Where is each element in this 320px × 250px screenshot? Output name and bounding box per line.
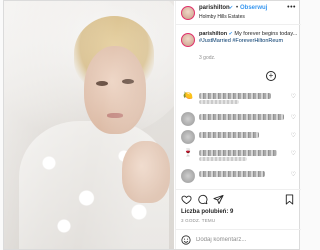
comment-avatar-emoji[interactable]: 🍷 (183, 148, 193, 157)
comment-row: ♡ (176, 129, 301, 144)
bookmark-icon[interactable] (284, 194, 295, 205)
comment-text-blurred (199, 171, 265, 177)
more-options-icon[interactable]: ••• (287, 4, 296, 11)
header-separator: • (236, 5, 239, 11)
comment-like-icon[interactable]: ♡ (291, 132, 296, 139)
comment-like-icon[interactable]: ♡ (291, 114, 296, 121)
instagram-post: parishilton ✔ • Obserwuj Holmby Hills Es… (3, 0, 301, 250)
caption-avatar[interactable] (181, 33, 195, 47)
post-date: 3 GODZ. TEMU (181, 218, 216, 223)
caption-text: parishilton ✔ My forever begins today...… (199, 31, 299, 45)
comment-text-blurred (199, 132, 259, 138)
comment-text-blurred (199, 93, 271, 99)
post-side-panel: parishilton ✔ • Obserwuj Holmby Hills Es… (175, 1, 301, 249)
comment-row: 🍷 ♡ (176, 147, 301, 161)
comment-like-icon[interactable]: ♡ (291, 150, 296, 157)
load-more-comments-button[interactable]: + (266, 71, 276, 81)
comment-text-blurred (199, 150, 277, 156)
add-comment-input[interactable] (196, 235, 276, 245)
author-avatar[interactable] (181, 6, 195, 20)
author-username[interactable]: parishilton (199, 5, 230, 11)
post-actions-bar (176, 189, 301, 205)
comment-row: ♡ (176, 111, 301, 126)
add-comment-bar (176, 229, 301, 249)
comment-icon[interactable] (197, 194, 208, 205)
comment-text-blurred (199, 100, 239, 104)
caption-hashtags[interactable]: #JustMarried #ForeverHiltonReum (199, 38, 283, 44)
likes-count[interactable]: Liczba polubień: 9 (181, 209, 233, 215)
post-photo[interactable] (4, 1, 174, 249)
veil-overlay (4, 1, 174, 249)
follow-button[interactable]: Obserwuj (240, 5, 267, 11)
comment-row: 🍋 ♡ (176, 90, 301, 104)
comment-avatar[interactable] (181, 169, 195, 183)
location-link[interactable]: Holmby Hills Estates (199, 14, 245, 20)
comment-like-icon[interactable]: ♡ (291, 171, 296, 178)
comment-avatar-emoji[interactable]: 🍋 (183, 91, 193, 100)
verified-badge-icon: ✔ (229, 5, 234, 11)
share-icon[interactable] (213, 194, 224, 205)
caption-body: My forever begins today... (232, 31, 298, 37)
comment-like-icon[interactable]: ♡ (291, 93, 296, 100)
post-header: parishilton ✔ • Obserwuj Holmby Hills Es… (176, 1, 301, 25)
comment-avatar[interactable] (181, 130, 195, 144)
heart-icon[interactable] (181, 194, 192, 205)
comment-text-blurred (199, 114, 284, 120)
caption-username[interactable]: parishilton (199, 31, 227, 37)
comment-text-blurred (199, 157, 247, 161)
caption-time: 3 godz. (199, 55, 216, 61)
comment-row: ♡ (176, 168, 301, 183)
emoji-smile-icon[interactable] (181, 235, 191, 245)
comment-avatar[interactable] (181, 112, 195, 126)
